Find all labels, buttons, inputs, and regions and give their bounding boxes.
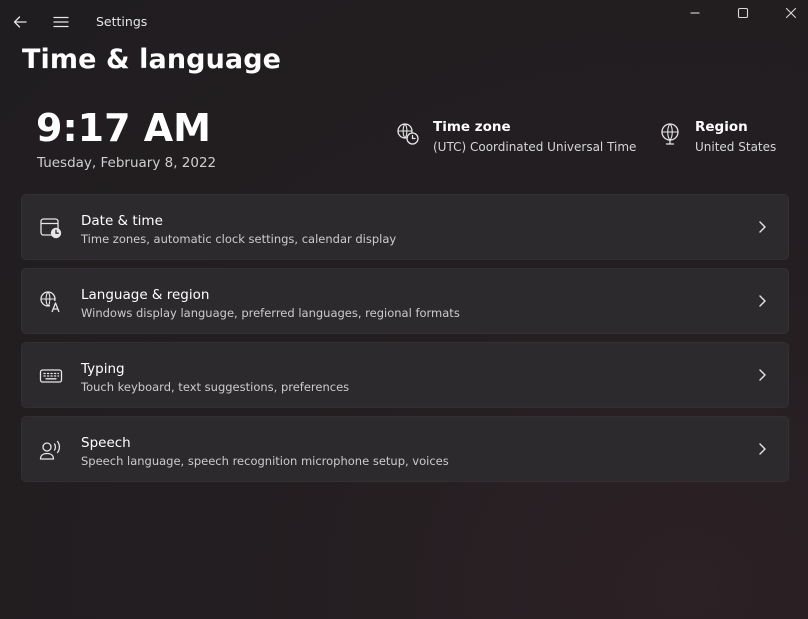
- back-button[interactable]: [6, 8, 34, 36]
- card-title: Language & region: [81, 287, 210, 303]
- card-subtitle: Windows display language, preferred lang…: [81, 306, 460, 320]
- card-subtitle: Time zones, automatic clock settings, ca…: [81, 232, 397, 246]
- maximize-button[interactable]: [728, 0, 758, 26]
- title-bar: Settings: [0, 0, 808, 44]
- region-value: United States: [695, 140, 777, 154]
- globe-clock-icon: [395, 121, 421, 147]
- speech-card[interactable]: Speech Speech language, speech recogniti…: [21, 416, 789, 482]
- card-title: Typing: [81, 361, 125, 377]
- minimize-icon: [690, 12, 700, 14]
- hamburger-menu-icon: [53, 16, 69, 28]
- language-icon: [38, 289, 64, 315]
- close-icon: [785, 7, 797, 19]
- chevron-right-icon: [754, 367, 770, 383]
- keyboard-icon: [38, 363, 64, 389]
- settings-list: Date & time Time zones, automatic clock …: [21, 194, 789, 490]
- chevron-right-icon: [754, 441, 770, 457]
- date-time-card[interactable]: Date & time Time zones, automatic clock …: [21, 194, 789, 260]
- current-time: 9:17 AM: [36, 106, 211, 150]
- navigation-menu-button[interactable]: [47, 8, 75, 36]
- card-title: Date & time: [81, 213, 163, 229]
- page-title: Time & language: [22, 44, 282, 75]
- close-button[interactable]: [776, 0, 806, 26]
- language-region-card[interactable]: Language & region Windows display langua…: [21, 268, 789, 334]
- card-title: Speech: [81, 435, 131, 451]
- time-zone-info: Time zone (UTC) Coordinated Universal Ti…: [395, 118, 636, 156]
- region-label: Region: [695, 119, 748, 135]
- speech-icon: [38, 437, 64, 463]
- chevron-right-icon: [754, 293, 770, 309]
- card-subtitle: Touch keyboard, text suggestions, prefer…: [81, 380, 350, 394]
- minimize-button[interactable]: [680, 0, 710, 26]
- time-zone-value: (UTC) Coordinated Universal Time: [433, 140, 637, 154]
- back-arrow-icon: [13, 16, 27, 28]
- app-title: Settings: [96, 14, 148, 29]
- typing-card[interactable]: Typing Touch keyboard, text suggestions,…: [21, 342, 789, 408]
- current-date: Tuesday, February 8, 2022: [37, 155, 217, 171]
- card-subtitle: Speech language, speech recognition micr…: [81, 454, 449, 468]
- globe-icon: [657, 121, 683, 147]
- maximize-icon: [737, 7, 749, 19]
- calendar-clock-icon: [38, 215, 64, 241]
- chevron-right-icon: [754, 219, 770, 235]
- region-info: Region United States: [657, 118, 776, 156]
- time-zone-label: Time zone: [433, 119, 511, 135]
